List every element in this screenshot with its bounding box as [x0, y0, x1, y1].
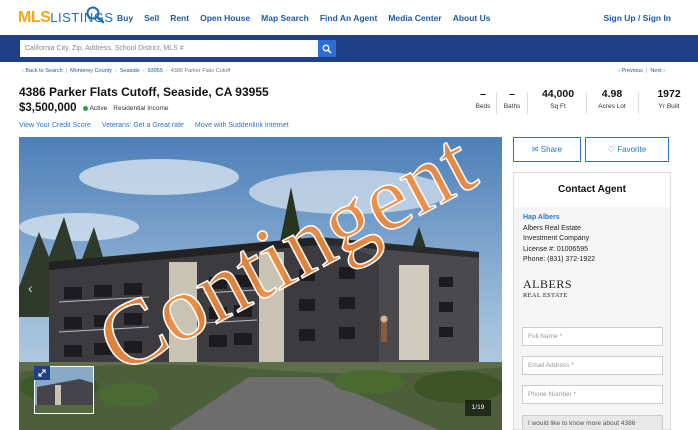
listing-price: $3,500,000 [19, 102, 77, 114]
search-icon [322, 44, 332, 53]
nav-rent[interactable]: Rent [170, 13, 189, 23]
search-input[interactable]: California City, Zip, Address, School Di… [20, 40, 318, 57]
top-navigation: MLSLISTINGS Buy Sell Rent Open House Map… [0, 0, 698, 35]
agent-company-line2: Investment Company [523, 235, 590, 242]
message-field[interactable]: I would like to know more about 4386 [522, 415, 663, 430]
share-button[interactable]: ✉ Share [513, 137, 581, 162]
stat-baths: – Baths [503, 88, 521, 110]
previous-link[interactable]: Previous [621, 68, 642, 74]
breadcrumb-back-to-search[interactable]: Back to Search [25, 68, 62, 74]
credit-score-link[interactable]: View Your Credit Score [19, 122, 91, 129]
main-menu: Buy Sell Rent Open House Map Search Find… [117, 13, 501, 23]
nav-open-house[interactable]: Open House [200, 13, 250, 23]
favorite-button[interactable]: ♡ Favorite [585, 137, 669, 162]
contact-agent-card: Contact Agent Hap Albers Albers Real Est… [513, 172, 671, 430]
breadcrumb-county[interactable]: Monterey County [70, 68, 112, 74]
full-name-field[interactable]: Full Name * [522, 327, 663, 346]
search-button[interactable] [318, 40, 336, 57]
agent-license: License #: 01006595 [523, 245, 588, 253]
nav-map-search[interactable]: Map Search [261, 13, 309, 23]
breadcrumb-current: 4386 Parker Flats Cutoff [170, 68, 231, 74]
magnifier-logo-icon [86, 6, 105, 24]
albers-logo: ALBERS REAL ESTATE [523, 277, 573, 299]
agent-name[interactable]: Hap Albers [523, 213, 595, 224]
promo-links: View Your Credit Score Veterans: Get a G… [19, 122, 298, 129]
nav-buy[interactable]: Buy [117, 13, 133, 23]
price-line: $3,500,000 Active Residential Income [19, 102, 169, 114]
breadcrumb-city[interactable]: Seaside [120, 68, 140, 74]
agent-phone: Phone: (831) 372-1922 [523, 256, 595, 263]
nav-sell[interactable]: Sell [144, 13, 159, 23]
stat-sqft: 44,000 Sq Ft [541, 88, 575, 110]
contact-agent-title: Contact Agent [514, 173, 670, 207]
suddenlink-link[interactable]: Move with Suddenlink Internet [195, 122, 289, 129]
mlslistings-logo[interactable]: MLSLISTINGS [18, 6, 114, 31]
status-dot-icon [82, 105, 88, 111]
nav-find-an-agent[interactable]: Find An Agent [320, 13, 377, 23]
agent-info: Hap Albers Albers Real Estate Investment… [523, 213, 595, 266]
status-badge: Active [89, 104, 108, 112]
breadcrumb-zip[interactable]: 93955 [148, 68, 163, 74]
share-icon: ✉ [531, 145, 541, 154]
signup-signin-link[interactable]: Sign Up / Sign In [603, 13, 671, 23]
photo-prev-arrow-icon[interactable]: ‹ [28, 280, 33, 296]
veterans-link[interactable]: Veterans: Get a Great rate [102, 122, 184, 129]
breadcrumb: ‹ Back to Search | Monterey County › Seaside… [22, 68, 231, 74]
nav-media-center[interactable]: Media Center [388, 13, 441, 23]
nav-about-us[interactable]: About Us [453, 13, 491, 23]
stat-beds: – Beds [475, 88, 491, 110]
expand-icon[interactable] [34, 366, 50, 380]
search-bar: California City, Zip, Address, School Di… [0, 35, 698, 62]
phone-field[interactable]: Phone Number * [522, 385, 663, 404]
listing-address: 4386 Parker Flats Cutoff, Seaside, CA 93… [19, 85, 269, 99]
photo-counter: 1/19 [465, 400, 491, 416]
logo-mls-text: MLS [18, 9, 51, 26]
stat-year-built: 1972 Yr Built [657, 88, 681, 110]
heart-icon: ♡ [607, 145, 618, 154]
property-type: Residential Income [113, 104, 169, 112]
email-field[interactable]: Email Address * [522, 356, 663, 375]
next-link[interactable]: Next [650, 68, 661, 74]
agent-company-line1: Albers Real Estate [523, 224, 581, 232]
stat-acres-lot: 4.98 Acres Lot [598, 88, 626, 110]
prev-next-nav: ‹ Previous | Next › [618, 68, 665, 74]
